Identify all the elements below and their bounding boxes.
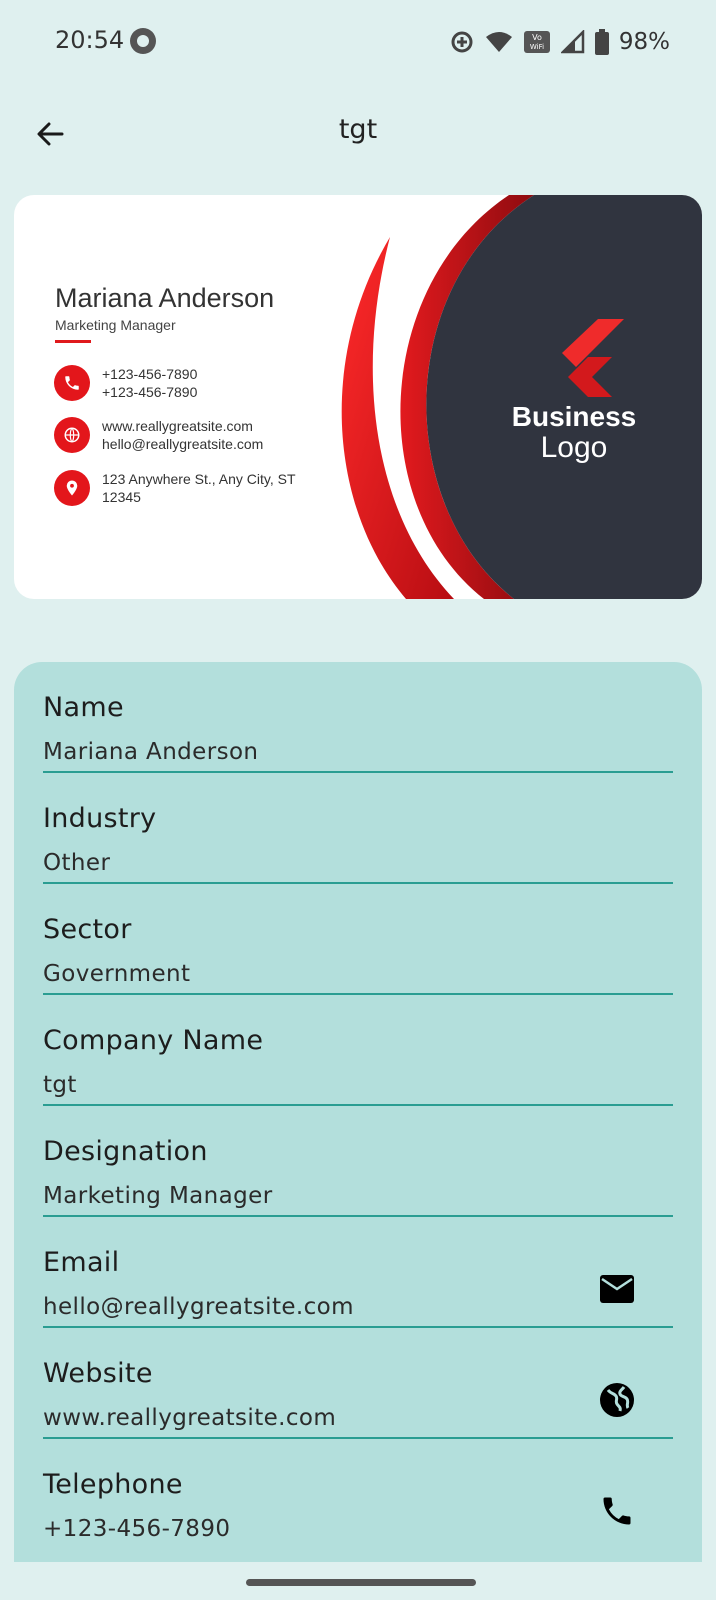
field-name: Name Mariana Anderson <box>43 662 673 773</box>
card-web-row: www.reallygreatsite.com hello@reallygrea… <box>54 417 263 453</box>
card-phone-line-1: +123-456-7890 <box>102 366 198 382</box>
card-web-line-1: www.reallygreatsite.com <box>102 418 253 434</box>
field-email: Email hello@reallygreatsite.com <box>43 1217 673 1328</box>
field-designation: Designation Marketing Manager <box>43 1106 673 1217</box>
field-telephone: Telephone +123-456-7890 <box>43 1439 673 1550</box>
business-logo: Business Logo <box>494 315 654 465</box>
location-pin-icon <box>54 470 90 506</box>
field-sector: Sector Government <box>43 884 673 995</box>
field-label: Sector <box>43 914 132 945</box>
card-address-line-1: 123 Anywhere St., Any City, ST <box>102 471 296 487</box>
logo-business-text: Business <box>511 401 637 432</box>
field-value: +123-456-7890 <box>43 1516 231 1542</box>
status-time: 20:54 <box>55 26 125 54</box>
field-label: Name <box>43 692 124 723</box>
business-card-image: Mariana Anderson Marketing Manager +123-… <box>14 195 702 599</box>
field-label: Telephone <box>43 1469 183 1500</box>
status-icons: Vo WiFi 98% <box>449 22 670 62</box>
card-role: Marketing Manager <box>55 317 176 333</box>
field-company-name: Company Name tgt <box>43 995 673 1106</box>
battery-percent: 98% <box>618 29 670 55</box>
field-value: hello@reallygreatsite.com <box>43 1294 354 1320</box>
page-title: tgt <box>338 114 378 145</box>
open-website-button[interactable] <box>595 1378 639 1422</box>
call-button[interactable] <box>595 1489 639 1533</box>
field-label: Industry <box>43 803 157 834</box>
field-value: Other <box>43 850 111 876</box>
card-accent-line <box>55 340 91 343</box>
field-value: tgt <box>43 1072 77 1098</box>
phone-icon <box>603 1497 631 1525</box>
field-value: Marketing Manager <box>43 1183 273 1209</box>
logo-logo-text: Logo <box>540 431 608 464</box>
globe-icon <box>54 417 90 453</box>
mail-icon <box>600 1275 634 1303</box>
card-phone-line-2: +123-456-7890 <box>102 384 198 400</box>
field-label: Website <box>43 1358 153 1389</box>
card-address-row: 123 Anywhere St., Any City, ST 12345 <box>54 470 296 506</box>
status-bar: 20:54 Vo WiFi 98% <box>0 0 716 84</box>
notification-app-icon <box>130 28 156 54</box>
globe-icon <box>600 1383 634 1417</box>
field-website: Website www.reallygreatsite.com <box>43 1328 673 1439</box>
send-email-button[interactable] <box>595 1267 639 1311</box>
gesture-nav-handle[interactable] <box>246 1579 476 1586</box>
phone-icon <box>54 365 90 401</box>
app-bar: tgt <box>0 84 716 184</box>
field-label: Email <box>43 1247 120 1278</box>
vowifi-icon: Vo WiFi <box>523 30 551 54</box>
signal-icon <box>560 30 585 54</box>
card-name: Mariana Anderson <box>55 283 275 313</box>
card-address-line-2: 12345 <box>102 489 141 505</box>
svg-text:Vo: Vo <box>532 33 542 42</box>
field-label: Company Name <box>43 1025 264 1056</box>
details-panel: Name Mariana Anderson Industry Other Sec… <box>14 662 702 1562</box>
field-label: Designation <box>43 1136 208 1167</box>
field-industry: Industry Other <box>43 773 673 884</box>
battery-icon <box>594 29 609 55</box>
field-value: Mariana Anderson <box>43 739 259 765</box>
field-value: www.reallygreatsite.com <box>43 1405 337 1431</box>
svg-text:WiFi: WiFi <box>530 43 544 51</box>
data-saver-icon <box>449 29 475 55</box>
wifi-icon <box>485 30 513 54</box>
card-web-line-2: hello@reallygreatsite.com <box>102 436 264 452</box>
field-value: Government <box>43 961 191 987</box>
card-phone-row: +123-456-7890 +123-456-7890 <box>54 365 197 401</box>
